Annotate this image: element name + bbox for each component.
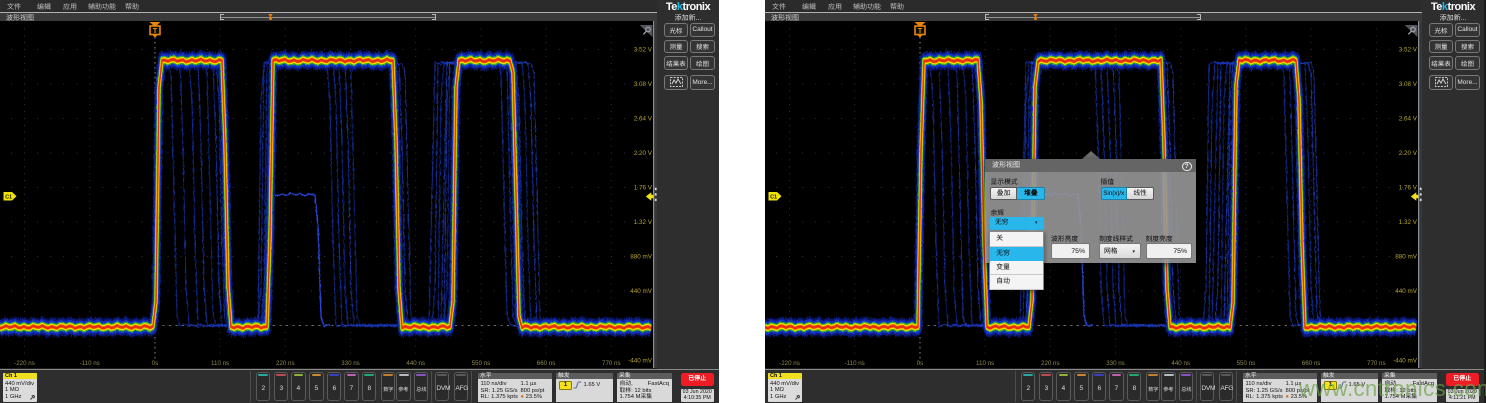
svg-text:440 mV: 440 mV [630,288,653,295]
svg-text:-110 ns: -110 ns [845,360,865,367]
svg-text:1.32 V: 1.32 V [1399,219,1418,226]
svg-text:3.52 V: 3.52 V [1399,47,1418,54]
svg-text:2.20 V: 2.20 V [634,150,653,157]
svg-text:T: T [153,28,158,35]
svg-text:550 ns: 550 ns [472,360,491,367]
svg-text:T: T [918,28,923,35]
svg-text:770 ns: 770 ns [1367,360,1386,367]
svg-text:660 ns: 660 ns [537,360,556,367]
svg-text:2.20 V: 2.20 V [1399,150,1418,157]
svg-text:2.64 V: 2.64 V [1399,116,1418,123]
svg-text:-220 ns: -220 ns [14,360,35,367]
svg-text:-440 mV: -440 mV [1393,358,1418,365]
svg-text:330 ns: 330 ns [1106,360,1125,367]
svg-text:880 mV: 880 mV [1395,254,1418,261]
svg-text:-110 ns: -110 ns [80,360,100,367]
svg-text:C1: C1 [5,195,12,201]
svg-text:440 mV: 440 mV [1395,288,1418,295]
svg-text:440 ns: 440 ns [406,360,425,367]
svg-text:-220 ns: -220 ns [779,360,800,367]
svg-text:1.76 V: 1.76 V [634,185,653,192]
svg-text:440 ns: 440 ns [1171,360,1190,367]
svg-text:330 ns: 330 ns [341,360,360,367]
svg-text:0s: 0s [917,360,924,367]
svg-text:3.08 V: 3.08 V [1399,81,1418,88]
svg-text:2.64 V: 2.64 V [634,116,653,123]
svg-text:110 ns: 110 ns [976,360,994,367]
svg-text:660 ns: 660 ns [1302,360,1321,367]
svg-text:-440 mV: -440 mV [628,358,653,365]
svg-text:770 ns: 770 ns [602,360,621,367]
svg-text:220 ns: 220 ns [1041,360,1060,367]
svg-text:1.32 V: 1.32 V [634,219,653,226]
svg-text:110 ns: 110 ns [211,360,229,367]
svg-text:3.52 V: 3.52 V [634,47,653,54]
svg-text:3.08 V: 3.08 V [634,81,653,88]
svg-text:880 mV: 880 mV [630,254,653,261]
svg-text:550 ns: 550 ns [1237,360,1256,367]
svg-text:1.76 V: 1.76 V [1399,185,1418,192]
svg-text:0s: 0s [152,360,159,367]
svg-text:220 ns: 220 ns [276,360,295,367]
svg-text:C1: C1 [770,195,777,201]
